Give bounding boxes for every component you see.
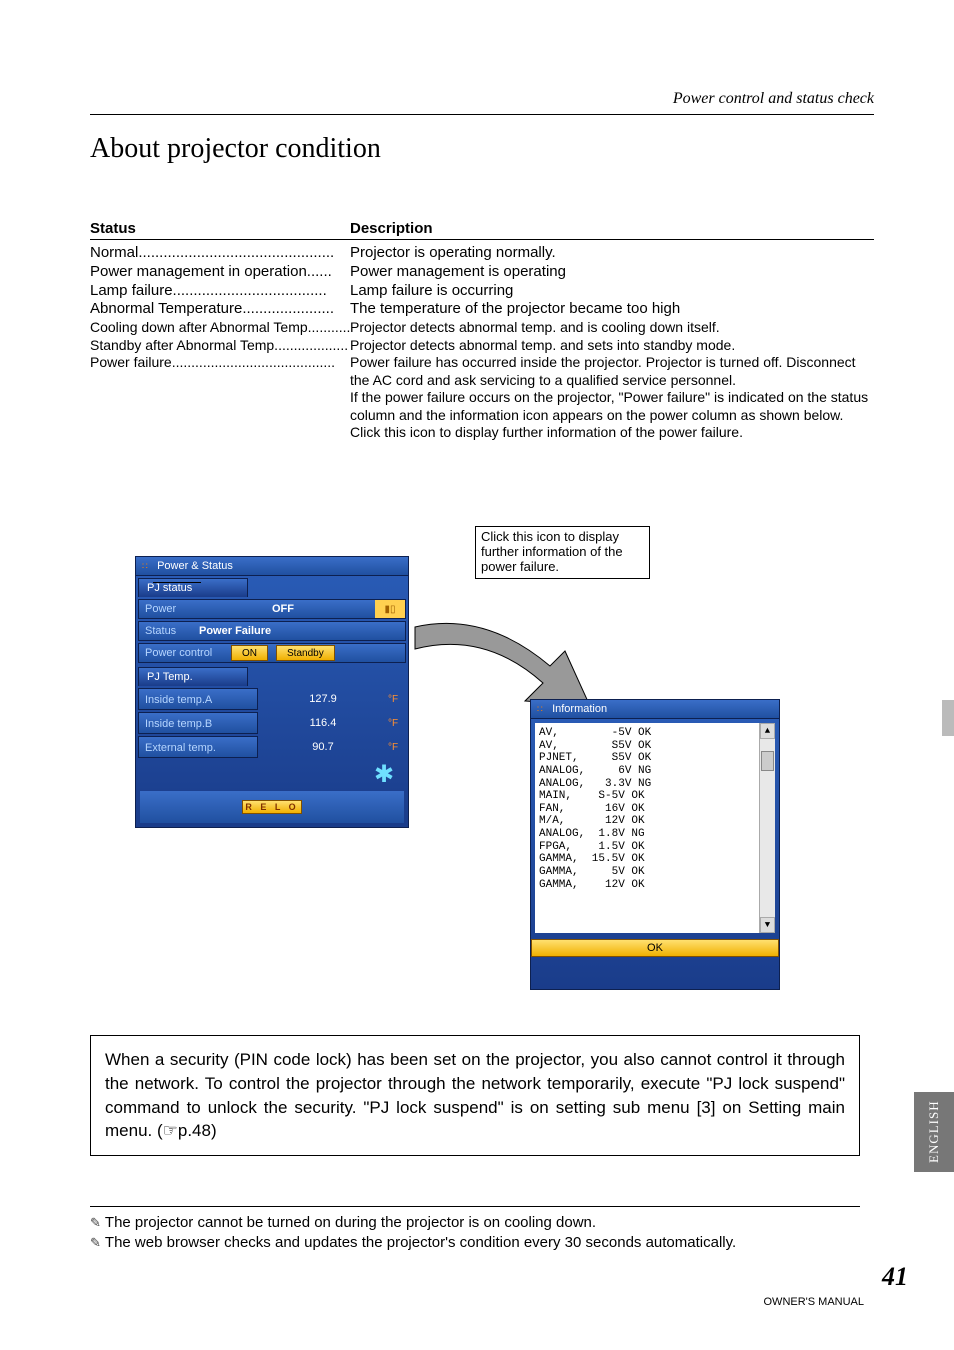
information-panel: ∷ Information AV, -5V OKAV, S5V OKPJNET,…: [530, 699, 780, 990]
power-value: OFF: [191, 603, 375, 615]
page-header: Power control and status check: [90, 90, 874, 115]
info-line: M/A, 12V OK: [539, 815, 771, 828]
info-line: AV, -5V OK: [539, 727, 771, 740]
desc-cell: Projector is operating normally.: [350, 244, 874, 263]
desc-cell: Power management is operating: [350, 263, 874, 282]
tab-pj-temp[interactable]: PJ Temp.: [138, 667, 248, 686]
power-status-panel: ∷ Power & Status PJ status Power OFF ▮▯ …: [135, 556, 409, 828]
temp-label: Inside temp.A: [138, 688, 258, 710]
status-cell: Cooling down after Abnormal Temp........…: [90, 319, 350, 337]
status-cell: Normal..................................…: [90, 244, 350, 263]
warning-icon[interactable]: ▮▯: [375, 600, 405, 618]
scroll-up-icon[interactable]: ▲: [760, 723, 775, 739]
section-title: About projector condition: [90, 133, 874, 165]
desc-cell: The temperature of the projector became …: [350, 300, 874, 319]
status-row: Lamp failure............................…: [90, 282, 874, 301]
scroll-down-icon[interactable]: ▼: [760, 917, 775, 933]
power-label: Power: [139, 603, 191, 615]
status-row: Abnormal Temperature....................…: [90, 300, 874, 319]
pencil-icon: ✎: [90, 1235, 101, 1250]
status-table: Status Description Normal...............…: [90, 220, 874, 442]
callout-box: Click this icon to display further infor…: [475, 526, 650, 579]
temp-unit: °F: [388, 718, 406, 729]
panel-title: ∷ Power & Status: [136, 557, 408, 576]
info-line: AV, S5V OK: [539, 740, 771, 753]
owner-manual-label: OWNER'S MANUAL: [764, 1296, 865, 1308]
status-cell: Lamp failure............................…: [90, 282, 350, 301]
temp-row: Inside temp.B116.4°F: [138, 712, 406, 734]
ui-preview: Click this icon to display further infor…: [135, 556, 835, 1016]
bottom-bar: R E L O: [140, 791, 404, 823]
status-row: Power failure...........................…: [90, 354, 874, 442]
status-cell: Abnormal Temperature....................…: [90, 300, 350, 319]
info-line: FAN, 16V OK: [539, 803, 771, 816]
info-body: AV, -5V OKAV, S5V OKPJNET, S5V OKANALOG,…: [535, 723, 775, 933]
status-cell: Standby after Abnormal Temp.............…: [90, 337, 350, 355]
desc-cell: Projector detects abnormal temp. and set…: [350, 337, 874, 355]
info-line: ANALOG, 6V NG: [539, 765, 771, 778]
scroll-thumb[interactable]: [761, 751, 774, 771]
temp-row: External temp.90.7°F: [138, 736, 406, 758]
status-row: Status Power Failure: [138, 621, 406, 641]
status-label: Status: [139, 625, 191, 637]
footnote-2: The web browser checks and updates the p…: [105, 1234, 736, 1251]
power-control-label: Power control: [139, 647, 227, 659]
status-row: Normal..................................…: [90, 244, 874, 263]
status-row: Power management in operation......Power…: [90, 263, 874, 282]
status-value: Power Failure: [191, 625, 405, 637]
desc-cell: Projector detects abnormal temp. and is …: [350, 319, 874, 337]
power-row: Power OFF ▮▯: [138, 599, 406, 619]
temp-value: 127.9: [258, 693, 388, 705]
temp-label: External temp.: [138, 736, 258, 758]
temp-label: Inside temp.B: [138, 712, 258, 734]
settings-gear-icon[interactable]: ✱: [370, 763, 398, 791]
footnotes: ✎ The projector cannot be turned on durin…: [90, 1206, 860, 1254]
info-line: FPGA, 1.5V OK: [539, 841, 771, 854]
info-line: GAMMA, 5V OK: [539, 866, 771, 879]
status-row: Standby after Abnormal Temp.............…: [90, 337, 874, 355]
footnote-1: The projector cannot be turned on during…: [105, 1214, 596, 1231]
pencil-icon: ✎: [90, 1215, 101, 1230]
side-marker: [942, 700, 954, 736]
page-number: 41: [882, 1262, 908, 1292]
tab-pj-status[interactable]: PJ status: [138, 578, 248, 597]
status-cell: Power management in operation......: [90, 263, 350, 282]
col-header-desc: Description: [350, 220, 874, 237]
status-row: Cooling down after Abnormal Temp........…: [90, 319, 874, 337]
info-line: PJNET, S5V OK: [539, 752, 771, 765]
temp-unit: °F: [388, 742, 406, 753]
temp-row: Inside temp.A127.9°F: [138, 688, 406, 710]
info-line: ANALOG, 3.3V NG: [539, 778, 771, 791]
scrollbar[interactable]: ▲ ▼: [759, 723, 775, 933]
info-line: GAMMA, 15.5V OK: [539, 853, 771, 866]
standby-button[interactable]: Standby: [276, 645, 335, 661]
desc-cell: Power failure has occurred inside the pr…: [350, 354, 874, 442]
reload-button[interactable]: R E L O: [242, 800, 301, 814]
desc-cell: Lamp failure is occurring: [350, 282, 874, 301]
info-line: MAIN, S-5V OK: [539, 790, 771, 803]
security-note: When a security (PIN code lock) has been…: [90, 1035, 860, 1156]
temp-value: 116.4: [258, 717, 388, 729]
temp-unit: °F: [388, 694, 406, 705]
power-control-row: Power control ON Standby: [138, 643, 406, 663]
language-tab: ENGLISH: [914, 1092, 954, 1172]
info-panel-title: ∷ Information: [531, 700, 779, 719]
info-line: GAMMA, 12V OK: [539, 879, 771, 892]
ok-button[interactable]: OK: [531, 939, 779, 957]
info-line: ANALOG, 1.8V NG: [539, 828, 771, 841]
status-cell: Power failure...........................…: [90, 354, 350, 442]
temp-value: 90.7: [258, 741, 388, 753]
on-button[interactable]: ON: [231, 645, 268, 661]
col-header-status: Status: [90, 220, 350, 237]
